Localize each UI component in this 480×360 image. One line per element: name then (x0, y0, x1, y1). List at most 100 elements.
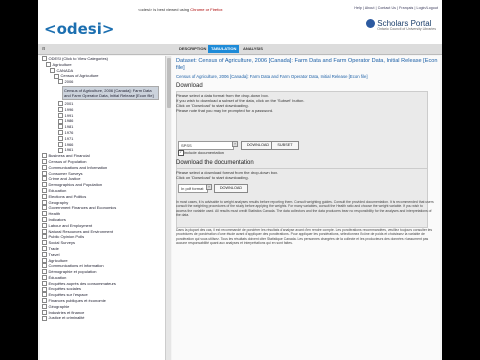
tree-label: Communications et information (48, 263, 104, 269)
expand-icon (42, 292, 47, 298)
tree-label: 1976 (64, 129, 74, 135)
help-icon[interactable]: ? (206, 184, 212, 190)
expand-icon (42, 286, 47, 292)
expand-icon (42, 222, 47, 228)
scrollbar-thumb[interactable] (166, 58, 171, 108)
tree-label: CANADA (56, 67, 74, 73)
tree-label: Government Finances and Economics (48, 205, 117, 211)
expand-icon (42, 304, 47, 310)
tab-description[interactable]: DESCRIPTION (176, 45, 209, 53)
expand-icon (42, 176, 47, 182)
collapse-icon (42, 56, 47, 62)
expand-icon (42, 170, 47, 176)
tree-label: ODESI (Click to View Categories) (48, 56, 109, 61)
expand-icon (58, 130, 63, 136)
tree-label: 1981 (64, 124, 74, 130)
tree-label: 1996 (64, 106, 74, 112)
collapse-icon (54, 73, 59, 79)
year-list: 2001 1996 1991 1986 1981 1976 1971 1966 1961 (40, 101, 165, 153)
expand-icon (42, 275, 47, 281)
expand-icon (58, 101, 63, 107)
include-documentation-label: include documentation (184, 149, 225, 155)
instruction-line: Please note that you may be prompted for… (176, 108, 274, 113)
scholars-portal-logo[interactable]: Scholars Portal Ontario Council of Unive… (366, 19, 436, 31)
expand-icon (42, 257, 47, 263)
doc-format-select[interactable]: In pdf format (178, 184, 208, 193)
odesi-logo[interactable]: <odesi> (44, 20, 114, 38)
documentation-instructions: Please select a download format from the… (176, 170, 278, 180)
expand-icon (42, 298, 47, 304)
tree-label: Communications and Information (48, 164, 108, 170)
collapse-icon (46, 61, 51, 67)
download-heading: Download (176, 83, 203, 89)
tree-label: Éducation (48, 274, 67, 280)
tree-label: Education (48, 187, 67, 193)
tree-label: Demographics and Population (48, 182, 103, 188)
weighting-notice-fr: Dans la plupart des cas, il est recomman… (176, 228, 433, 246)
tree-label: Enquêtes sociales (48, 286, 81, 292)
tree-label: Trade (48, 245, 59, 251)
collapse-icon (58, 79, 63, 85)
expand-icon (42, 188, 47, 194)
tree-label: Géographie (48, 303, 70, 309)
expand-icon (42, 211, 47, 217)
dataset-subtitle[interactable]: Census of Agriculture, 2006 [Canada]: Fa… (176, 74, 368, 79)
expand-icon (42, 153, 47, 159)
notice-text: <odesi> is best viewed using (138, 7, 191, 12)
download-instructions: Please select a data format from the dro… (176, 93, 305, 113)
expand-icon (42, 159, 47, 165)
expand-icon (42, 193, 47, 199)
browser-screen: <odesi> is best viewed using Chrome or F… (38, 0, 442, 360)
expand-icon (42, 269, 47, 275)
expand-icon (42, 234, 47, 240)
tree-label: Agriculture (52, 61, 72, 67)
category-tree: ODESI (Click to View Categories) Agricul… (40, 56, 166, 360)
dataset-title: Dataset: Census of Agriculture, 2006 [Ca… (176, 58, 438, 71)
top-links[interactable]: Help | About | Contact Us | Français | L… (354, 6, 438, 10)
tree-item-2006[interactable]: 2006 (40, 79, 165, 85)
browser-notice: <odesi> is best viewed using Chrome or F… (138, 7, 223, 12)
expand-icon (58, 118, 63, 124)
expand-icon (58, 106, 63, 112)
subset-button[interactable]: SUBSET (271, 141, 299, 150)
documentation-heading: Download the documentation (176, 160, 254, 166)
expand-icon (42, 228, 47, 234)
tree-label: 1991 (64, 112, 74, 118)
tab-tabulation[interactable]: TABULATION (208, 45, 240, 53)
tree-label: Enquêtes auprès des consommateurs (48, 280, 116, 286)
notice-browsers: Chrome or Firefox (190, 7, 223, 12)
tree-label: 1966 (64, 141, 74, 147)
doc-download-button[interactable]: DOWNLOAD (214, 184, 248, 193)
dataset-panel: Dataset: Census of Agriculture, 2006 [Ca… (172, 56, 440, 360)
tree-item-selected-dataset[interactable]: Census of Agriculture, 2006 [Canada]: Fa… (62, 85, 159, 100)
tree-label: Elections and Politics (48, 193, 87, 199)
expand-icon (42, 182, 47, 188)
tree-label: Enquêtes sur l'espace (48, 292, 88, 298)
tree-label: 1986 (64, 118, 74, 124)
help-icon[interactable]: ? (232, 141, 238, 147)
expand-icon (58, 135, 63, 141)
tree-label: Labour and Employment (48, 222, 93, 228)
tree-label: Public Opinion Polls (48, 234, 85, 240)
tree-label: 2006 (64, 79, 74, 85)
expand-icon (42, 205, 47, 211)
tree-label: Travel (48, 251, 60, 257)
expand-icon (42, 315, 47, 321)
tree-label: Indicators (48, 216, 66, 222)
expand-icon (42, 280, 47, 286)
tree-label: Démographie et population (48, 269, 97, 275)
collapse-toggle[interactable]: ⊟ (42, 46, 45, 51)
expand-icon (42, 309, 47, 315)
expand-icon (42, 164, 47, 170)
tree-label: Consumer Surveys (48, 170, 83, 176)
tree-scrollbar[interactable] (165, 56, 171, 360)
tree-item[interactable]: Justice et criminalité (40, 315, 165, 321)
tree-label: Business and Financial (48, 153, 90, 159)
tab-analysis[interactable]: ANALYSIS (240, 45, 266, 53)
expand-icon (42, 199, 47, 205)
include-documentation-checkbox[interactable]: ✓ (178, 150, 184, 156)
tree-label: Industries et finance (48, 309, 85, 315)
tree-label: Census of Population (48, 158, 87, 164)
download-button[interactable]: DOWNLOAD (241, 141, 275, 150)
expand-icon (58, 124, 63, 130)
